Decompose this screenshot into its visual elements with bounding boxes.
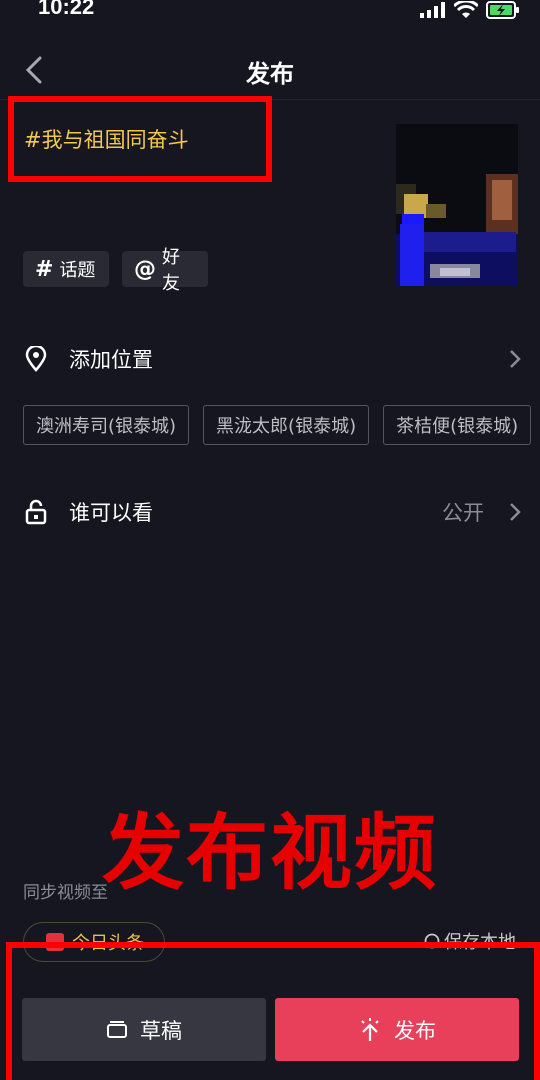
location-tag[interactable]: 黑泷太郎(银泰城) [203, 405, 370, 445]
annotation-box-buttons [6, 942, 540, 1080]
add-location-label: 添加位置 [69, 348, 153, 372]
friend-chip-label: 好友 [162, 247, 180, 294]
annotation-box-caption [8, 96, 272, 182]
nav-bar: 发布 [0, 40, 540, 100]
status-icons [420, 0, 520, 20]
status-time: 10:22 [38, 0, 95, 19]
friend-chip[interactable]: @ 好友 [122, 247, 208, 294]
visibility-label: 谁可以看 [69, 501, 153, 525]
battery-charging-icon [486, 1, 519, 19]
visibility-row[interactable]: 谁可以看 公开 [0, 492, 540, 532]
chevron-right-icon [510, 350, 521, 368]
location-suggestions: 澳洲寿司(银泰城) 黑泷太郎(银泰城) 茶桔便(银泰城) [23, 405, 532, 445]
hashtag-icon: # [35, 256, 54, 282]
thumbnail-image [396, 124, 518, 286]
video-thumbnail[interactable] [396, 124, 518, 286]
sync-label: 同步视频至 [23, 883, 108, 903]
signal-icon [420, 2, 445, 18]
location-tag[interactable]: 澳洲寿司(银泰城) [23, 405, 190, 445]
unlock-icon [25, 499, 47, 525]
add-location-row[interactable]: 添加位置 [0, 339, 540, 379]
location-pin-icon [25, 346, 47, 372]
status-bar: 10:22 [0, 0, 540, 30]
visibility-value: 公开 [442, 501, 484, 525]
topic-chip[interactable]: # 话题 [23, 251, 109, 287]
location-tag[interactable]: 茶桔便(银泰城) [383, 405, 532, 445]
wifi-icon [454, 1, 478, 18]
topic-chip-label: 话题 [59, 260, 96, 281]
page-title: 发布 [246, 60, 294, 88]
at-icon: @ [134, 256, 156, 282]
chevron-right-icon [510, 503, 521, 521]
